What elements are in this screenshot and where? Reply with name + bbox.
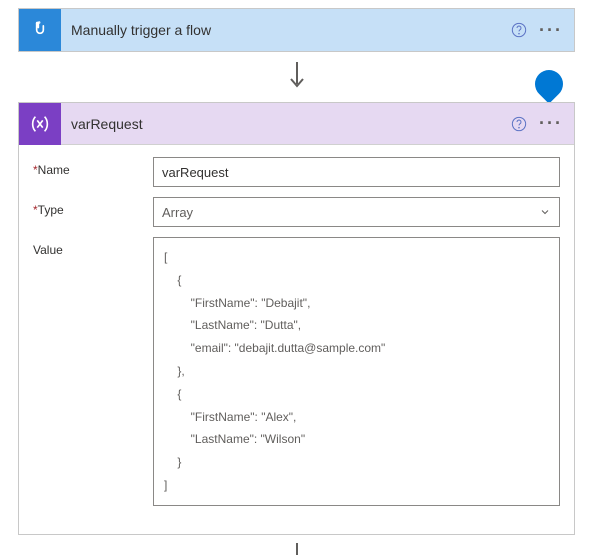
action-card[interactable]: varRequest ··· *Name [18,102,575,535]
label-name: *Name [33,157,153,177]
name-input[interactable] [153,157,560,187]
action-header[interactable]: varRequest ··· [19,103,574,145]
chevron-down-icon [539,206,551,218]
label-type: *Type [33,197,153,217]
manual-trigger-icon [19,9,61,51]
trigger-card[interactable]: Manually trigger a flow ··· [18,8,575,52]
label-value: Value [33,237,153,257]
type-selected-value: Array [162,205,193,220]
variable-icon [19,103,61,145]
row-name: *Name [33,157,560,187]
trigger-header[interactable]: Manually trigger a flow ··· [19,9,574,51]
type-select[interactable]: Array [153,197,560,227]
help-icon[interactable] [504,15,534,45]
action-title: varRequest [61,116,504,132]
row-value: Value [ { "FirstName": "Debajit", "LastN… [33,237,560,506]
flow-checker-indicator-icon[interactable] [529,64,569,104]
help-icon[interactable] [504,109,534,139]
row-type: *Type Array [33,197,560,227]
more-icon[interactable]: ··· [536,109,566,139]
more-icon[interactable]: ··· [536,15,566,45]
trigger-actions: ··· [504,15,566,45]
action-actions: ··· [504,109,566,139]
value-textarea[interactable]: [ { "FirstName": "Debajit", "LastName": … [153,237,560,506]
connector-arrow [0,60,593,94]
connector-bottom [0,543,593,555]
action-body: *Name *Type Array Value [19,145,574,534]
trigger-title: Manually trigger a flow [61,22,504,38]
